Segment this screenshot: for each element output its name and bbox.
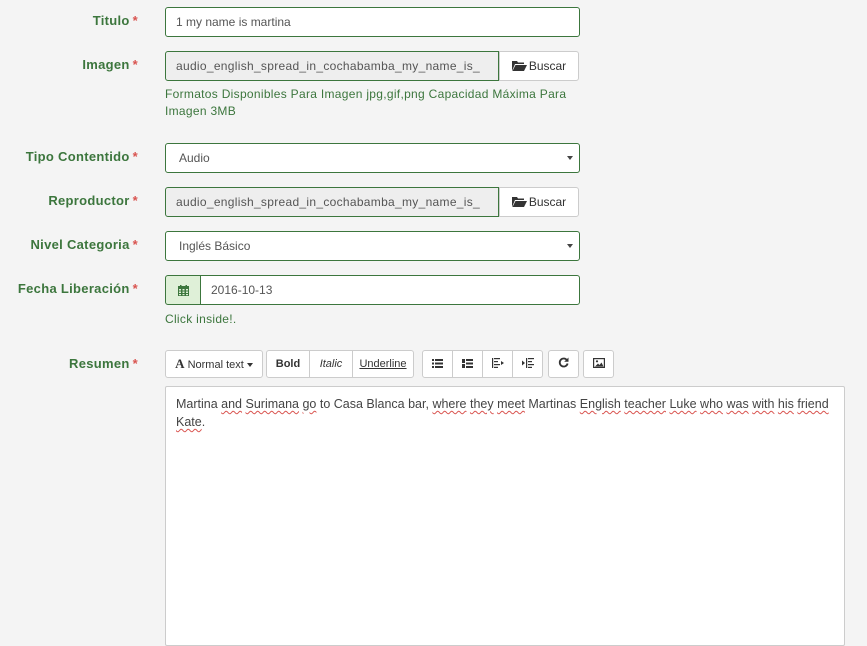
- required-mark: *: [132, 356, 138, 371]
- misspelled-word: was: [726, 397, 749, 411]
- ordered-list-icon: [462, 359, 473, 368]
- imagen-label: Imagen *: [82, 57, 138, 72]
- unordered-list-icon: [432, 359, 443, 368]
- text-fragment: Martina: [176, 397, 222, 411]
- font-icon: A: [175, 356, 185, 371]
- tipo-contenido-select[interactable]: Audio: [165, 143, 580, 173]
- misspelled-word: go: [302, 397, 317, 411]
- folder-open-icon: [511, 61, 527, 71]
- misspelled-word: English: [579, 397, 621, 411]
- misspelled-word: who: [700, 397, 723, 411]
- reproductor-buscar-label: Buscar: [528, 195, 567, 209]
- text-style-label: Normal text: [187, 359, 244, 371]
- misspelled-word: they: [469, 397, 494, 411]
- caret-down-icon: [567, 244, 573, 248]
- unordered-list-button[interactable]: [422, 350, 453, 378]
- misspelled-word: Kate: [176, 415, 202, 429]
- required-mark: *: [132, 237, 138, 252]
- required-mark: *: [132, 149, 138, 164]
- misspelled-word: and: [221, 397, 243, 411]
- fecha-liberacion-input[interactable]: 2016-10-13: [200, 275, 580, 305]
- ordered-list-button[interactable]: [452, 350, 483, 378]
- misspelled-word: where: [432, 397, 467, 411]
- underline-button[interactable]: Underline: [352, 350, 414, 378]
- required-mark: *: [132, 57, 138, 72]
- reproductor-file-input[interactable]: audio_english_spread_in_cochabamba_my_na…: [165, 187, 499, 217]
- outdent-button[interactable]: [482, 350, 513, 378]
- misspelled-word: with: [752, 397, 775, 411]
- text-style-dropdown[interactable]: A Normal text: [165, 350, 263, 378]
- folder-open-icon: [511, 197, 527, 207]
- redo-button[interactable]: [548, 350, 579, 378]
- picture-icon: [592, 358, 605, 369]
- caret-down-icon: [567, 156, 573, 160]
- bold-button[interactable]: Bold: [266, 350, 310, 378]
- imagen-help: Formatos Disponibles Para Imagen jpg,gif…: [165, 87, 567, 118]
- calendar-icon: [178, 285, 189, 296]
- italic-button[interactable]: Italic: [309, 350, 353, 378]
- outdent-icon: [491, 358, 504, 368]
- titulo-input[interactable]: 1 my name is martina: [165, 7, 580, 37]
- required-mark: *: [132, 193, 138, 208]
- resumen-editor[interactable]: Martina and Surimana go to Casa Blanca b…: [165, 386, 845, 646]
- required-mark: *: [132, 13, 138, 28]
- fecha-liberacion-help: Click inside!.: [165, 312, 237, 326]
- text-fragment: .: [201, 415, 206, 429]
- resumen-label: Resumen *: [69, 356, 138, 371]
- indent-icon: [521, 358, 534, 368]
- titulo-label: Titulo *: [92, 13, 138, 28]
- nivel-categoria-label: Nivel Categoria *: [30, 237, 138, 252]
- misspelled-word: teacher: [624, 397, 666, 411]
- nivel-categoria-select[interactable]: Inglés Básico: [165, 231, 580, 261]
- misspelled-word: Luke: [669, 397, 697, 411]
- imagen-file-input[interactable]: audio_english_spread_in_cochabamba_my_na…: [165, 51, 499, 81]
- calendar-addon[interactable]: [165, 275, 201, 305]
- text-fragment: Martinas: [524, 397, 580, 411]
- indent-button[interactable]: [512, 350, 543, 378]
- fecha-liberacion-label: Fecha Liberación *: [17, 281, 138, 296]
- insert-image-button[interactable]: [583, 350, 614, 378]
- misspelled-word: meet: [497, 397, 525, 411]
- tipo-contenido-label: Tipo Contentido *: [25, 149, 138, 164]
- misspelled-word: friend: [797, 397, 829, 411]
- imagen-buscar-label: Buscar: [528, 59, 567, 73]
- reproductor-buscar-button[interactable]: Buscar: [499, 187, 579, 217]
- caret-down-icon: [246, 363, 253, 367]
- reproductor-label: Reproductor *: [48, 193, 138, 208]
- redo-icon: [558, 357, 569, 368]
- imagen-buscar-button[interactable]: Buscar: [499, 51, 579, 81]
- misspelled-word: Surimana: [245, 397, 300, 411]
- text-fragment: to Casa Blanca bar,: [316, 397, 433, 411]
- required-mark: *: [132, 281, 138, 296]
- misspelled-word: his: [777, 397, 794, 411]
- resumen-text: Martina and Surimana go to Casa Blanca b…: [176, 397, 829, 429]
